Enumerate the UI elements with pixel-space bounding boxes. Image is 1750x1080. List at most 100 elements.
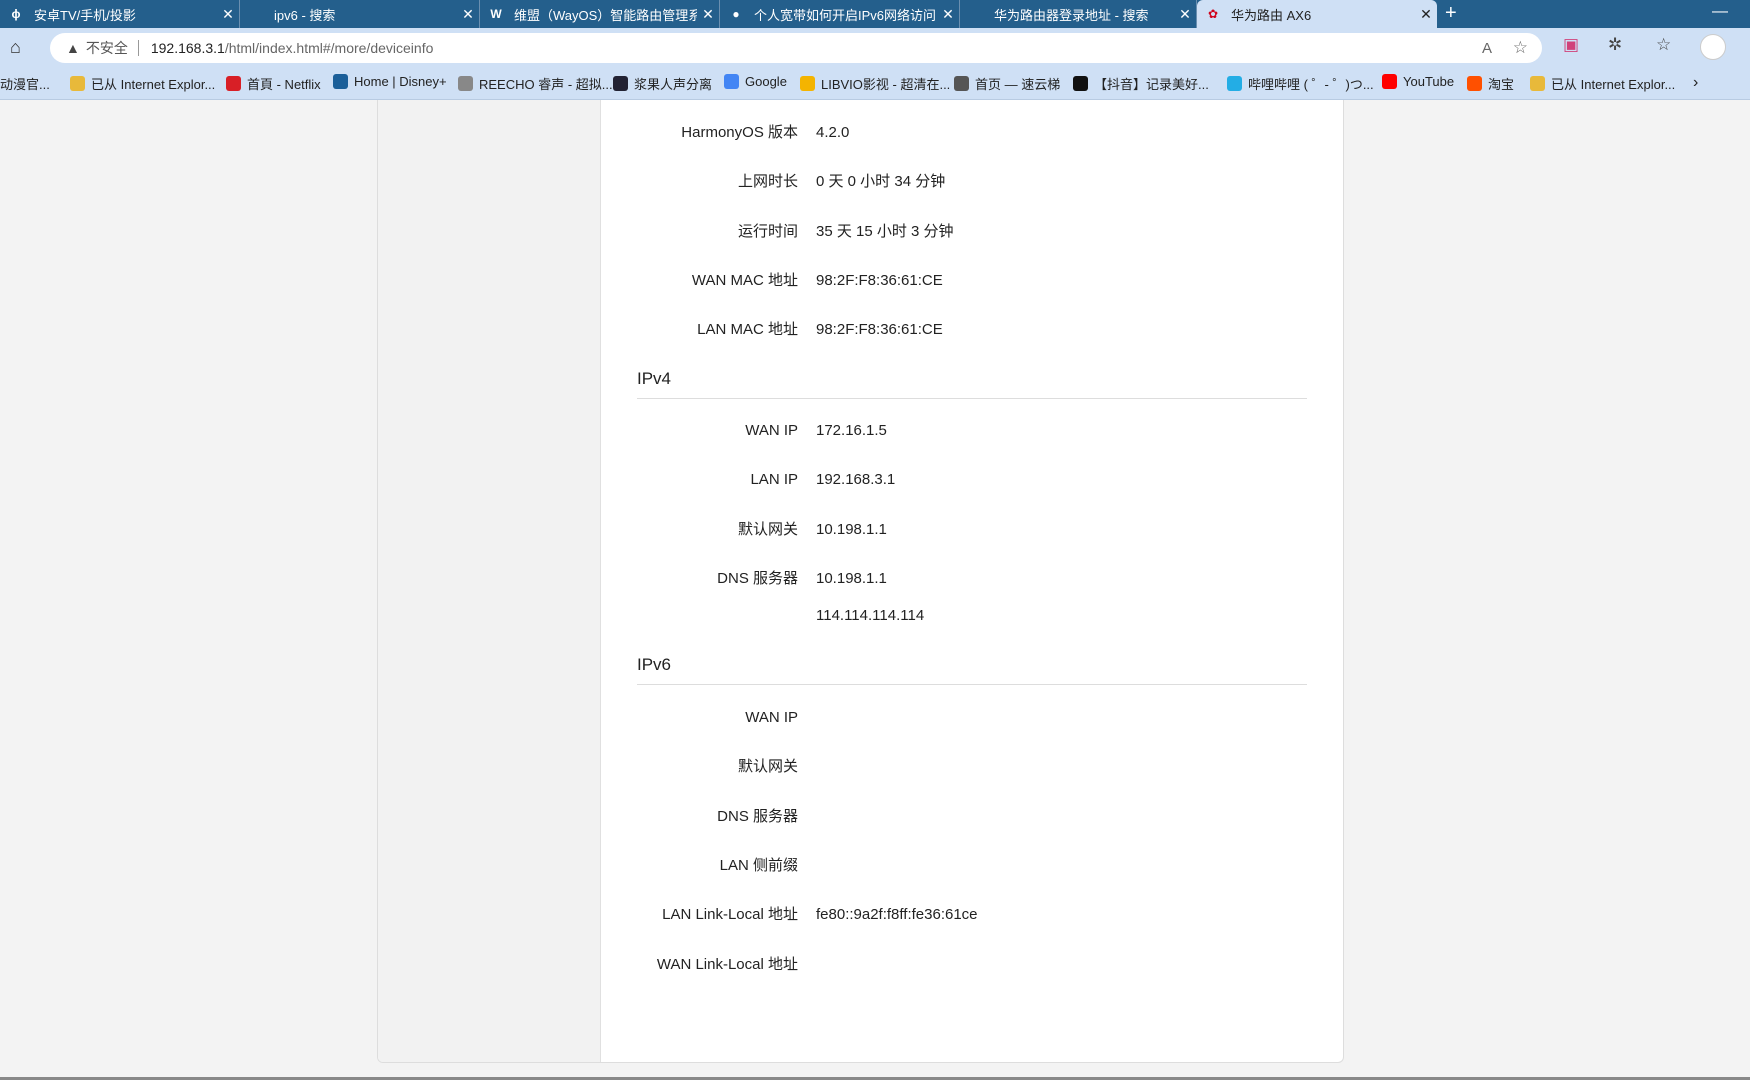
- bookmark-icon: [1530, 76, 1545, 91]
- security-label[interactable]: 不安全: [86, 38, 128, 58]
- info-value: 10.198.1.1: [816, 520, 887, 538]
- info-label: WAN MAC 地址: [691, 271, 798, 289]
- extensions-icon[interactable]: ✲: [1608, 35, 1622, 55]
- bookmark-item[interactable]: 【抖音】记录美好...: [1073, 74, 1209, 93]
- bookmark-label: 淘宝: [1488, 77, 1515, 92]
- tab-2[interactable]: ipv6 - 搜索 ✕: [240, 0, 480, 28]
- bookmark-item[interactable]: YouTube: [1382, 74, 1454, 89]
- info-value: 4.2.0: [816, 124, 850, 141]
- info-row: HarmonyOS 版本 4.2.0: [601, 121, 1301, 145]
- tab-close-icon[interactable]: ✕: [457, 6, 479, 23]
- info-label: LAN IP: [750, 471, 798, 489]
- sidebar: [378, 100, 601, 1062]
- favorites-icon[interactable]: ☆: [1656, 35, 1671, 55]
- info-label: 上网时长: [737, 173, 798, 191]
- bookmark-icon: [226, 76, 241, 91]
- bookmark-label: REECHO 睿声 - 超拟...: [479, 77, 613, 92]
- tab-title: 华为路由 AX6: [1231, 7, 1312, 23]
- info-label: WAN Link-Local 地址: [656, 955, 798, 973]
- bookmark-item[interactable]: Home | Disney+: [333, 74, 447, 89]
- favorite-star-icon[interactable]: ☆: [1513, 38, 1528, 58]
- info-row: WAN IP 172.16.1.5: [601, 419, 1301, 443]
- bookmark-label: 已从 Internet Explor...: [1551, 77, 1676, 92]
- info-row: 114.114.114.114: [601, 604, 1301, 628]
- url-path: /html/index.html#/more/deviceinfo: [224, 40, 434, 56]
- tab-favicon-icon: [248, 6, 264, 22]
- tab-favicon-icon: W: [490, 7, 502, 21]
- bookmark-label: 【抖音】记录美好...: [1094, 77, 1209, 92]
- bookmark-item[interactable]: 已从 Internet Explor...: [70, 74, 215, 93]
- tab-close-icon[interactable]: ✕: [937, 6, 959, 23]
- info-row: 上网时长 0 天 0 小时 34 分钟: [601, 170, 1301, 194]
- info-row: WAN Link-Local 地址: [601, 953, 1301, 977]
- tab-6[interactable]: ✿ 华为路由 AX6 ✕: [1197, 0, 1437, 28]
- tab-4[interactable]: ● 个人宽带如何开启IPv6网络访问 | ✕: [720, 0, 960, 28]
- bookmark-item[interactable]: LIBVIO影视 - 超清在...: [800, 74, 950, 93]
- tab-close-icon[interactable]: ✕: [697, 6, 719, 23]
- info-label: LAN 侧前缀: [719, 856, 798, 874]
- bookmark-label: 首頁 - Netflix: [247, 77, 321, 92]
- tab-title: ipv6 - 搜索: [274, 7, 336, 23]
- bookmark-item[interactable]: 已从 Internet Explor...: [1530, 74, 1675, 93]
- bookmark-item[interactable]: Google: [724, 74, 787, 89]
- tab-title: 华为路由器登录地址 - 搜索: [994, 7, 1149, 23]
- tab-close-icon[interactable]: ✕: [1415, 6, 1437, 23]
- device-info-panel: HarmonyOS 版本 4.2.0 上网时长 0 天 0 小时 34 分钟 运行时间 3…: [377, 100, 1344, 1063]
- tab-title: 维盟（WayOS）智能路由管理系统: [514, 7, 697, 23]
- minimize-button[interactable]: —: [1712, 0, 1728, 24]
- new-tab-button[interactable]: +: [1445, 0, 1457, 28]
- tab-title: 个人宽带如何开启IPv6网络访问 |: [754, 7, 937, 23]
- bookmark-icon: [954, 76, 969, 91]
- warning-icon[interactable]: ▲: [66, 40, 80, 56]
- info-row: 默认网关 10.198.1.1: [601, 518, 1301, 542]
- profile-avatar[interactable]: [1700, 34, 1726, 60]
- bookmark-icon: [333, 74, 348, 89]
- bookmark-icon: [613, 76, 628, 91]
- info-row: DNS 服务器: [601, 805, 1301, 829]
- home-icon[interactable]: ⌂: [10, 37, 21, 58]
- tab-close-icon[interactable]: ✕: [1174, 6, 1196, 23]
- read-aloud-icon[interactable]: A: [1482, 40, 1492, 57]
- info-label: LAN MAC 地址: [697, 321, 798, 339]
- info-label: 运行时间: [737, 222, 798, 240]
- info-row: LAN 侧前缀: [601, 854, 1301, 878]
- bookmark-label: 首页 — 速云梯: [975, 77, 1061, 92]
- tab-1[interactable]: ϕ 安卓TV/手机/投影 ✕: [0, 0, 240, 28]
- info-value: 98:2F:F8:36:61:CE: [816, 321, 943, 339]
- bookmark-item[interactable]: REECHO 睿声 - 超拟...: [458, 74, 613, 93]
- section-heading: IPv4: [637, 368, 1307, 399]
- more-bookmarks-chevron-icon[interactable]: ›: [1693, 74, 1698, 92]
- info-row: LAN MAC 地址 98:2F:F8:36:61:CE: [601, 318, 1301, 342]
- bookmarks-bar: › 动漫官... 已从 Internet Explor... 首頁 - Netfli…: [0, 68, 1750, 100]
- bookmark-item[interactable]: 浆果人声分离: [613, 74, 712, 93]
- bookmark-label: Google: [745, 74, 787, 89]
- info-label: WAN IP: [745, 709, 798, 726]
- bookmark-icon: [70, 76, 85, 91]
- info-value: 114.114.114.114: [816, 606, 925, 624]
- info-value: 98:2F:F8:36:61:CE: [816, 271, 943, 289]
- tab-bar: ϕ 安卓TV/手机/投影 ✕ ipv6 - 搜索 ✕ W 维盟（WayOS）智能路由管理系统…: [0, 0, 1750, 28]
- translate-extension-icon[interactable]: ▣: [1563, 35, 1579, 55]
- info-label: WAN IP: [745, 422, 798, 439]
- info-label: HarmonyOS 版本: [681, 124, 798, 141]
- bookmark-item[interactable]: 动漫官...: [0, 74, 50, 93]
- bookmark-item[interactable]: 淘宝: [1467, 74, 1514, 93]
- tab-close-icon[interactable]: ✕: [217, 6, 239, 23]
- bookmark-item[interactable]: 哔哩哔哩 ( ゜- ゜)つ...: [1227, 74, 1374, 93]
- info-row: WAN MAC 地址 98:2F:F8:36:61:CE: [601, 269, 1301, 293]
- info-label: DNS 服务器: [717, 569, 798, 587]
- bookmark-item[interactable]: 首页 — 速云梯: [954, 74, 1060, 93]
- bookmark-icon: [1382, 74, 1397, 89]
- navigation-bar: ⌂ ▲ 不安全 192.168.3.1 /html/index.html#/mo…: [0, 28, 1750, 68]
- bookmark-label: 已从 Internet Explor...: [91, 77, 216, 92]
- bookmark-label: LIBVIO影视 - 超清在...: [821, 77, 951, 92]
- tab-title: 安卓TV/手机/投影: [34, 7, 136, 23]
- address-bar[interactable]: ▲ 不安全 192.168.3.1 /html/index.html#/more…: [50, 33, 1542, 63]
- info-row: 默认网关: [601, 755, 1301, 779]
- bookmark-icon: [1227, 76, 1242, 91]
- tab-3[interactable]: W 维盟（WayOS）智能路由管理系统 ✕: [480, 0, 720, 28]
- bookmark-item[interactable]: 首頁 - Netflix: [226, 74, 321, 93]
- info-row: WAN IP: [601, 706, 1301, 730]
- tab-5[interactable]: 华为路由器登录地址 - 搜索 ✕: [960, 0, 1197, 28]
- info-value: 0 天 0 小时 34 分钟: [816, 173, 946, 191]
